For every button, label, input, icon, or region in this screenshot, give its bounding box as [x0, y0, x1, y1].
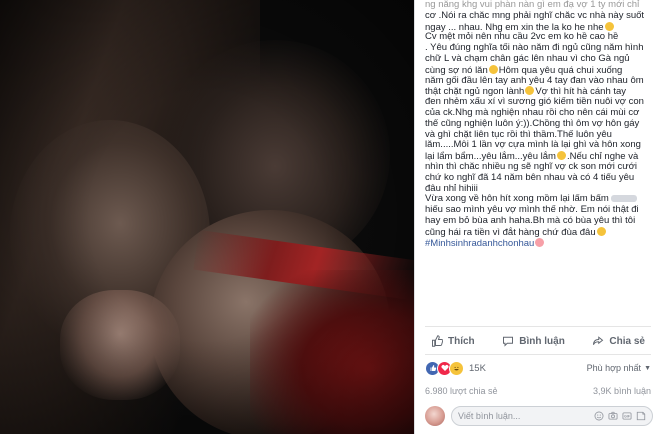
- smile-emoji-icon: [596, 226, 606, 236]
- divider: [425, 326, 651, 327]
- post-line: . Yêu đúng nghĩa tối nào nằm đi ngủ cũng…: [425, 43, 644, 54]
- post-line-text: cũng hái ra tiền vì đắt hàng chứ đùa đâu: [425, 226, 596, 238]
- reaction-count: 15K: [469, 362, 486, 374]
- reaction-summary[interactable]: 15K Phù hợp nhất ▼: [425, 359, 651, 377]
- camera-icon[interactable]: [608, 411, 618, 421]
- post-line-text: ngay ... nhau. Nhg em xin the la ko he n…: [425, 21, 604, 33]
- share-button[interactable]: Chia sẻ: [586, 335, 651, 347]
- sleepy-emoji-icon: [525, 86, 535, 96]
- kiss-emoji-icon: [535, 237, 545, 247]
- post-line: chữ L và chạm chân gác lên nhau vì cho G…: [425, 53, 630, 64]
- share-label: Chia sẻ: [609, 335, 645, 347]
- comment-placeholder: Viết bình luận...: [458, 411, 521, 421]
- post-actions: Thích Bình luận Chia sẻ: [425, 330, 651, 352]
- comment-input[interactable]: Viết bình luận... GIF: [451, 406, 653, 426]
- comment-composer: Viết bình luận... GIF: [425, 404, 653, 428]
- post-line: Vừa xong về hôn hít xong mồm lại lẩm bẩm: [425, 194, 657, 205]
- comment-count[interactable]: 3,9K bình luận: [593, 386, 651, 400]
- gif-icon[interactable]: GIF: [622, 411, 632, 421]
- smile-emoji-icon: [488, 64, 498, 74]
- smiley-icon[interactable]: [594, 411, 604, 421]
- post-line: và ghì chặt liên tục rồi thì thầm.Thế lu…: [425, 129, 612, 140]
- post-line: ngay ... nhau. Nhg em xin the la ko he n…: [425, 21, 657, 33]
- post-stats: 6.980 lượt chia sẻ 3,9K bình luận: [425, 386, 651, 400]
- post-line: nằm gối đầu lên tay anh yêu 4 tay đan và…: [425, 75, 644, 86]
- comment-sort-dropdown[interactable]: Phù hợp nhất ▼: [587, 363, 651, 373]
- thumbs-up-icon: [432, 335, 443, 347]
- post-line: của ck.Nhg mà nghiện nhau rồi cho nên cá…: [425, 107, 640, 118]
- post-line: chứ ko nghĩ đã 14 năm bên nhau và có 4 t…: [425, 172, 635, 183]
- blurred-word: [610, 195, 637, 203]
- share-count[interactable]: 6.980 lượt chia sẻ: [425, 386, 497, 400]
- share-arrow-icon: [593, 336, 604, 345]
- chevron-down-icon: ▼: [644, 364, 651, 372]
- post-line: cũng hái ra tiền vì đắt hàng chứ đùa đâu: [425, 226, 657, 238]
- sticker-icon[interactable]: [636, 411, 646, 421]
- post-line-partial: ng năng khg vui phàn nàn gì em đạ vợ 1 t…: [425, 0, 640, 10]
- like-button[interactable]: Thích: [425, 335, 481, 347]
- post-line: đen nhẻm xấu xí vì sương gió kiếm tiền n…: [425, 97, 644, 108]
- post-line: nhìn thì chắc nhiều ng sẽ nghĩ vợ ck son…: [425, 161, 637, 172]
- post-line-partial: cơ .Nói ra chắc mng phải nghĩ chắc vc nh…: [425, 10, 645, 21]
- post-caption: ng năng khg vui phàn nàn gì em đạ vợ 1 t…: [425, 0, 657, 248]
- divider: [425, 354, 651, 355]
- post-line-text: Hôm qua yêu quá chui xuống: [498, 64, 623, 76]
- post-line: cùng sợ nó lăn Hôm qua yêu quá chui xuống: [425, 64, 657, 76]
- post-line-text: .Nếu chỉ nghe và: [566, 151, 639, 162]
- smile-emoji-icon: [556, 151, 566, 161]
- post-line: lắm.....Mỗi 1 lần vợ cựa mình là lại ghì…: [425, 140, 641, 151]
- post-line-text: cùng sợ nó lăn: [425, 64, 488, 76]
- laugh-emoji-icon: [604, 21, 614, 31]
- comment-button[interactable]: Bình luận: [496, 335, 571, 347]
- comment-tools: GIF: [594, 411, 646, 421]
- post-line: Cv mệt mỏi nên nhu cầu 2vc em ko hề cao …: [425, 32, 619, 43]
- avatar[interactable]: [425, 406, 445, 426]
- post-line: #Minhsinhradanhchonhau: [425, 237, 657, 249]
- like-label: Thích: [448, 335, 475, 347]
- hashtag-link[interactable]: #Minhsinhradanhchonhau: [425, 238, 534, 249]
- comment-sort-label: Phù hợp nhất: [586, 363, 642, 373]
- post-line: hay em bỏ bùa anh haha.Bh mà có bùa yêu …: [425, 215, 636, 226]
- post-line-text: Vừa xong về hôn hít xong mồm lại lẩm bẩm: [425, 194, 609, 205]
- speech-bubble-icon: [503, 336, 514, 347]
- post-line: hiểu sao mình yêu vợ mình thế nhờ. Em nó…: [425, 205, 639, 216]
- post-line: thể cũng nghiện luôn ý:)).Chồng thì ôm v…: [425, 118, 640, 129]
- haha-reaction-icon: [449, 360, 464, 376]
- post-side-panel: ng năng khg vui phàn nàn gì em đạ vợ 1 t…: [414, 0, 660, 434]
- post-line: thật chặt ngủ ngon lành Vợ thì hít hà cán…: [425, 86, 657, 97]
- post-line: đâu nhỉ hihiii: [425, 183, 478, 194]
- post-line-text: lại lẩm bẩm...yêu lắm...yêu lắm: [425, 151, 556, 162]
- post-line-text: thật chặt ngủ ngon lành: [425, 86, 525, 98]
- svg-text:GIF: GIF: [624, 415, 630, 419]
- post-photo[interactable]: [0, 0, 414, 434]
- post-line: lại lẩm bẩm...yêu lắm...yêu lắm .Nếu chỉ …: [425, 151, 657, 162]
- comment-label: Bình luận: [519, 335, 565, 347]
- reaction-icons: [425, 360, 464, 376]
- photo-vignette: [0, 0, 414, 434]
- post-line-text: Vợ thì hít hà cánh tay: [535, 86, 627, 98]
